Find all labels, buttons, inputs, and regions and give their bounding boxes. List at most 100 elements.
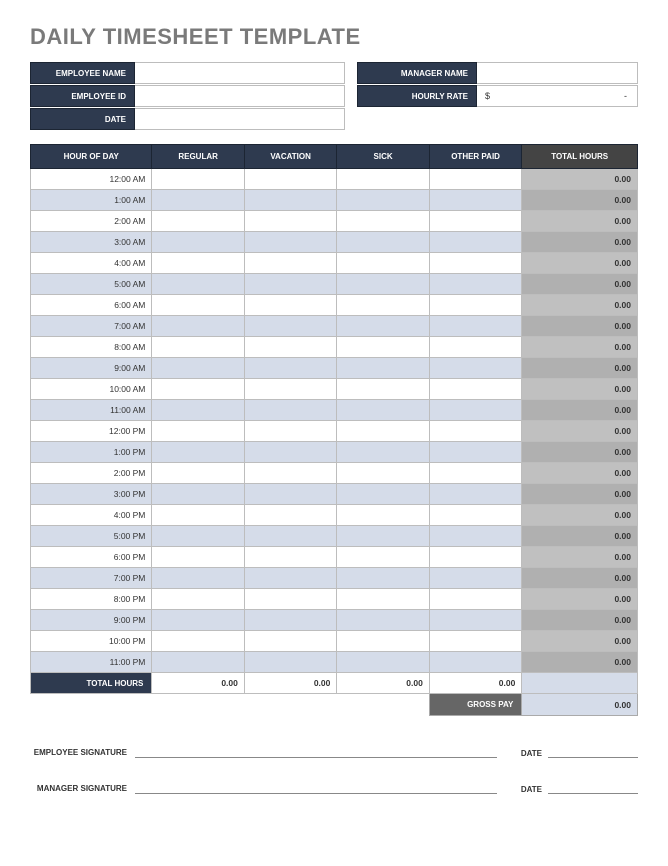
employee-name-input[interactable] <box>135 62 345 84</box>
sick-cell[interactable] <box>337 316 429 337</box>
vacation-cell[interactable] <box>244 589 336 610</box>
regular-cell[interactable] <box>152 295 244 316</box>
vacation-cell[interactable] <box>244 547 336 568</box>
sick-cell[interactable] <box>337 169 429 190</box>
regular-cell[interactable] <box>152 589 244 610</box>
other-cell[interactable] <box>429 169 521 190</box>
regular-cell[interactable] <box>152 631 244 652</box>
sick-cell[interactable] <box>337 211 429 232</box>
sick-cell[interactable] <box>337 589 429 610</box>
regular-cell[interactable] <box>152 505 244 526</box>
vacation-cell[interactable] <box>244 379 336 400</box>
regular-cell[interactable] <box>152 379 244 400</box>
regular-cell[interactable] <box>152 400 244 421</box>
regular-cell[interactable] <box>152 274 244 295</box>
sick-cell[interactable] <box>337 337 429 358</box>
vacation-cell[interactable] <box>244 295 336 316</box>
vacation-cell[interactable] <box>244 505 336 526</box>
vacation-cell[interactable] <box>244 190 336 211</box>
other-cell[interactable] <box>429 442 521 463</box>
vacation-cell[interactable] <box>244 484 336 505</box>
regular-cell[interactable] <box>152 652 244 673</box>
hourly-rate-input[interactable]: $ - <box>477 85 638 107</box>
vacation-cell[interactable] <box>244 358 336 379</box>
vacation-cell[interactable] <box>244 337 336 358</box>
sick-cell[interactable] <box>337 379 429 400</box>
manager-sig-date-line[interactable] <box>548 776 638 794</box>
vacation-cell[interactable] <box>244 169 336 190</box>
other-cell[interactable] <box>429 316 521 337</box>
sick-cell[interactable] <box>337 400 429 421</box>
other-cell[interactable] <box>429 211 521 232</box>
sick-cell[interactable] <box>337 442 429 463</box>
other-cell[interactable] <box>429 505 521 526</box>
vacation-cell[interactable] <box>244 316 336 337</box>
other-cell[interactable] <box>429 568 521 589</box>
regular-cell[interactable] <box>152 421 244 442</box>
other-cell[interactable] <box>429 295 521 316</box>
vacation-cell[interactable] <box>244 421 336 442</box>
manager-name-input[interactable] <box>477 62 638 84</box>
other-cell[interactable] <box>429 547 521 568</box>
sick-cell[interactable] <box>337 631 429 652</box>
other-cell[interactable] <box>429 253 521 274</box>
other-cell[interactable] <box>429 379 521 400</box>
other-cell[interactable] <box>429 358 521 379</box>
vacation-cell[interactable] <box>244 526 336 547</box>
sick-cell[interactable] <box>337 505 429 526</box>
other-cell[interactable] <box>429 421 521 442</box>
regular-cell[interactable] <box>152 253 244 274</box>
sick-cell[interactable] <box>337 463 429 484</box>
vacation-cell[interactable] <box>244 211 336 232</box>
other-cell[interactable] <box>429 589 521 610</box>
employee-signature-line[interactable] <box>135 740 497 758</box>
other-cell[interactable] <box>429 190 521 211</box>
regular-cell[interactable] <box>152 526 244 547</box>
sick-cell[interactable] <box>337 358 429 379</box>
regular-cell[interactable] <box>152 547 244 568</box>
other-cell[interactable] <box>429 526 521 547</box>
vacation-cell[interactable] <box>244 442 336 463</box>
other-cell[interactable] <box>429 610 521 631</box>
regular-cell[interactable] <box>152 337 244 358</box>
other-cell[interactable] <box>429 631 521 652</box>
sick-cell[interactable] <box>337 274 429 295</box>
vacation-cell[interactable] <box>244 652 336 673</box>
other-cell[interactable] <box>429 652 521 673</box>
regular-cell[interactable] <box>152 358 244 379</box>
sick-cell[interactable] <box>337 253 429 274</box>
regular-cell[interactable] <box>152 190 244 211</box>
regular-cell[interactable] <box>152 232 244 253</box>
sick-cell[interactable] <box>337 547 429 568</box>
vacation-cell[interactable] <box>244 253 336 274</box>
regular-cell[interactable] <box>152 568 244 589</box>
sick-cell[interactable] <box>337 526 429 547</box>
vacation-cell[interactable] <box>244 232 336 253</box>
other-cell[interactable] <box>429 274 521 295</box>
employee-id-input[interactable] <box>135 85 345 107</box>
regular-cell[interactable] <box>152 484 244 505</box>
employee-sig-date-line[interactable] <box>548 740 638 758</box>
sick-cell[interactable] <box>337 295 429 316</box>
other-cell[interactable] <box>429 400 521 421</box>
sick-cell[interactable] <box>337 610 429 631</box>
vacation-cell[interactable] <box>244 568 336 589</box>
other-cell[interactable] <box>429 232 521 253</box>
vacation-cell[interactable] <box>244 631 336 652</box>
vacation-cell[interactable] <box>244 610 336 631</box>
vacation-cell[interactable] <box>244 463 336 484</box>
regular-cell[interactable] <box>152 610 244 631</box>
manager-signature-line[interactable] <box>135 776 497 794</box>
date-input[interactable] <box>135 108 345 130</box>
other-cell[interactable] <box>429 463 521 484</box>
regular-cell[interactable] <box>152 316 244 337</box>
vacation-cell[interactable] <box>244 274 336 295</box>
regular-cell[interactable] <box>152 463 244 484</box>
regular-cell[interactable] <box>152 169 244 190</box>
vacation-cell[interactable] <box>244 400 336 421</box>
sick-cell[interactable] <box>337 421 429 442</box>
sick-cell[interactable] <box>337 232 429 253</box>
sick-cell[interactable] <box>337 190 429 211</box>
regular-cell[interactable] <box>152 211 244 232</box>
sick-cell[interactable] <box>337 484 429 505</box>
